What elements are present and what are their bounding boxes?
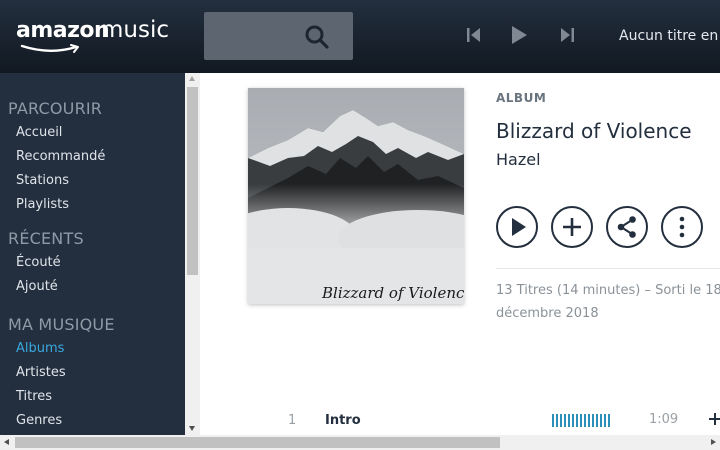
album-title: Blizzard of Violence	[496, 119, 692, 143]
scroll-up-arrow-icon[interactable]	[189, 76, 195, 81]
logo-amazon-text: amazon	[16, 18, 110, 43]
sidebar-item-albums[interactable]: Albums	[16, 341, 64, 356]
section-title-recents: RÉCENTS	[8, 229, 84, 248]
play-album-button[interactable]	[496, 206, 538, 248]
more-options-button[interactable]	[661, 206, 703, 248]
horizontal-scrollbar[interactable]	[0, 435, 720, 450]
previous-track-icon[interactable]	[463, 24, 485, 46]
plus-icon[interactable]	[708, 412, 720, 426]
sidebar-item-ecoute[interactable]: Écouté	[16, 255, 61, 270]
section-title-ma-musique: MA MUSIQUE	[8, 315, 115, 334]
search-input[interactable]	[204, 12, 353, 60]
app-window: amazon music Aucun titre en PARCOURIR Ac…	[0, 0, 720, 450]
play-icon[interactable]	[508, 24, 530, 46]
sidebar-item-genres[interactable]: Genres	[16, 413, 62, 428]
search-icon[interactable]	[304, 24, 330, 50]
album-detail: Blizzard of Violence ALBUM Blizzard of V…	[200, 73, 720, 435]
section-title-parcourir: PARCOURIR	[8, 99, 103, 118]
add-album-button[interactable]	[551, 206, 593, 248]
more-vertical-icon	[679, 216, 685, 238]
next-track-icon[interactable]	[556, 24, 578, 46]
cover-title-text: Blizzard of Violence	[322, 284, 464, 302]
sidebar: PARCOURIR Accueil Recommandé Stations Pl…	[0, 73, 185, 435]
album-meta-line-1: 13 Titres (14 minutes) – Sorti le 18	[496, 283, 720, 298]
horizontal-scrollbar-thumb[interactable]	[15, 437, 500, 448]
sidebar-item-ajoute[interactable]: Ajouté	[16, 279, 58, 294]
scroll-left-arrow-icon[interactable]	[4, 439, 9, 445]
album-type-label: ALBUM	[496, 91, 547, 105]
plus-icon	[563, 218, 581, 236]
sidebar-item-artistes[interactable]: Artistes	[16, 365, 66, 380]
sidebar-scrollbar-thumb[interactable]	[187, 87, 198, 275]
track-title[interactable]: Intro	[325, 413, 361, 428]
album-meta: 13 Titres (14 minutes) – Sorti le 18 déc…	[496, 279, 720, 325]
scroll-right-arrow-icon[interactable]	[711, 439, 716, 445]
track-row[interactable]: 1 Intro 1:09	[200, 403, 720, 433]
play-icon	[512, 218, 526, 236]
logo-music-text: music	[101, 17, 170, 43]
now-playing-text: Aucun titre en	[619, 28, 719, 44]
share-album-button[interactable]	[606, 206, 648, 248]
track-duration: 1:09	[649, 412, 679, 427]
amazon-smile-icon	[20, 44, 79, 53]
divider	[496, 268, 720, 269]
scroll-down-arrow-icon[interactable]	[189, 426, 195, 431]
share-icon	[617, 216, 636, 238]
track-number: 1	[288, 413, 297, 428]
sidebar-item-titres[interactable]: Titres	[16, 389, 52, 404]
album-meta-line-2: décembre 2018	[496, 306, 599, 321]
album-artist-link[interactable]: Hazel	[496, 150, 541, 169]
sidebar-item-stations[interactable]: Stations	[16, 173, 69, 188]
sidebar-item-recommande[interactable]: Recommandé	[16, 149, 105, 164]
album-cover-art	[248, 88, 464, 304]
album-cover[interactable]: Blizzard of Violence	[248, 88, 464, 304]
top-bar: amazon music Aucun titre en	[0, 0, 720, 73]
sidebar-item-playlists[interactable]: Playlists	[16, 197, 69, 212]
audio-equalizer-icon	[552, 414, 610, 427]
sidebar-item-accueil[interactable]: Accueil	[16, 125, 62, 140]
sidebar-scrollbar[interactable]	[185, 73, 200, 435]
